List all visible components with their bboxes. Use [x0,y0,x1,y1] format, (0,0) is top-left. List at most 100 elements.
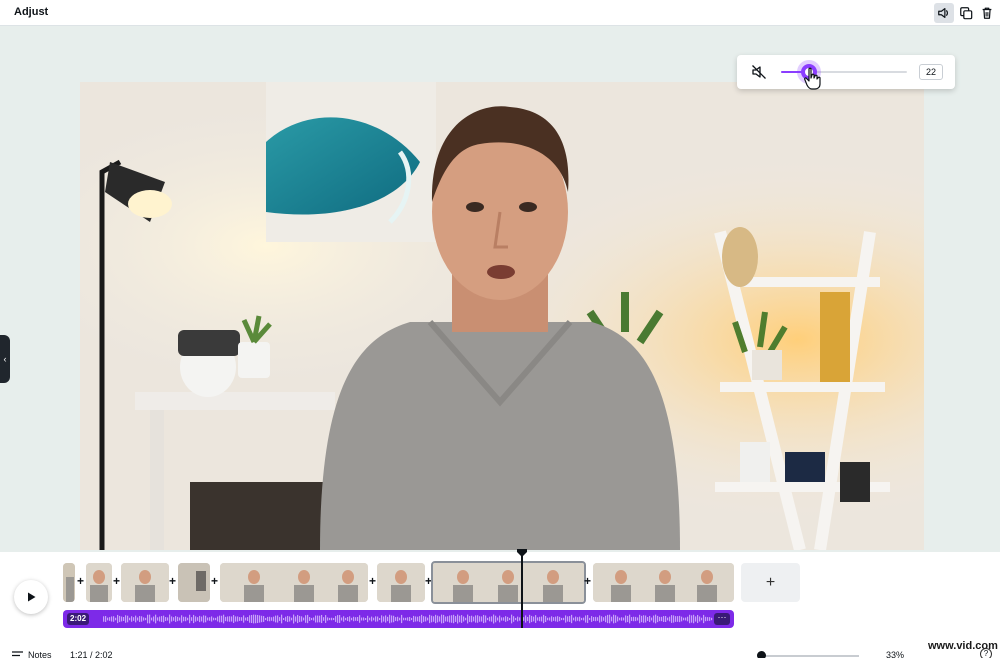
insert-clip-plus[interactable]: + [75,575,86,587]
waveform-bar [107,617,109,621]
waveform-bar [185,616,187,622]
waveform-bar [527,616,529,622]
waveform-bar [105,616,107,622]
waveform-bar [157,617,159,621]
waveform-bar [489,616,491,622]
waveform-bar [403,617,405,621]
waveform-bar [247,617,249,621]
waveform-bar [161,616,163,622]
waveform-bar [465,617,467,621]
waveform-bar [313,617,315,621]
zoom-slider[interactable] [757,655,859,657]
waveform-bar [393,615,395,623]
waveform-bar [255,614,257,624]
volume-icon[interactable] [934,3,954,23]
waveform-bar [471,615,473,623]
adjust-button[interactable]: Adjust [14,6,48,18]
volume-value-input[interactable]: 22 [919,64,943,80]
waveform-bar [391,615,393,623]
timeline-clip-selected[interactable] [431,561,586,604]
insert-clip-plus[interactable]: + [582,575,593,587]
waveform-bar [687,616,689,622]
waveform-bar [563,617,565,621]
waveform-bar [665,616,667,622]
waveform-bar [503,617,505,621]
waveform-bar [253,614,255,624]
help-button[interactable]: ? [980,648,992,658]
timeline-clip[interactable] [377,563,425,602]
volume-popover: 22 [737,55,955,89]
waveform-bar [327,617,329,621]
waveform-bar [261,615,263,623]
waveform-bar [285,616,287,622]
waveform-bar [341,617,343,621]
waveform-bar [219,615,221,623]
waveform-bar [689,614,691,624]
waveform-bar [193,614,195,624]
waveform-bar [275,615,277,623]
waveform-bar [211,616,213,622]
audio-more-button[interactable]: ··· [714,613,730,625]
waveform-bar [349,616,351,622]
playback-time: 1:21 / 2:02 [70,650,113,658]
mute-icon[interactable] [751,64,767,80]
timeline-clip[interactable] [86,563,112,602]
waveform-bar [417,616,419,622]
timeline-clip[interactable] [220,563,368,602]
timeline-clip[interactable] [121,563,169,602]
waveform-bar [103,616,105,622]
waveform-bar [135,615,137,623]
playhead[interactable] [521,552,523,628]
video-frame[interactable] [80,82,924,550]
waveform-bar [639,614,641,624]
timeline-clip[interactable] [593,563,734,602]
waveform-bar [189,614,191,624]
zoom-level[interactable]: 33% [886,650,904,658]
insert-clip-plus[interactable]: + [209,575,220,587]
waveform-bar [239,617,241,621]
waveform-bar [453,614,455,624]
timeline-clip[interactable] [63,563,75,602]
insert-clip-plus[interactable]: + [167,575,178,587]
waveform-bar [203,615,205,623]
timeline-clip[interactable] [178,563,210,602]
waveform-bar [321,614,323,624]
playhead-handle[interactable] [517,549,527,557]
waveform-bar [633,616,635,622]
zoom-slider-thumb[interactable] [757,651,766,658]
waveform-bar [333,617,335,621]
waveform-bar [339,615,341,623]
waveform-bar [667,617,669,621]
add-clip-button[interactable]: + [741,563,800,602]
waveform-bar [661,616,663,622]
waveform-bar [149,614,151,624]
trash-icon[interactable] [977,3,997,23]
waveform-bar [657,615,659,623]
play-button[interactable] [14,580,48,614]
waveform-bar [117,614,119,624]
waveform-bar [507,616,509,622]
collapse-panel-handle[interactable]: ‹ [0,335,10,383]
waveform-bar [481,616,483,622]
waveform-bar [701,617,703,621]
duplicate-icon[interactable] [956,3,976,23]
waveform-bar [345,617,347,621]
waveform-bar [379,617,381,621]
waveform-bar [287,615,289,623]
waveform-bar [227,616,229,622]
waveform-bar [565,615,567,623]
audio-track[interactable]: 2:02 ··· [63,610,734,628]
audio-waveform [103,614,713,624]
waveform-bar [399,617,401,621]
volume-slider[interactable] [781,64,907,80]
waveform-bar [631,617,633,621]
waveform-bar [531,615,533,623]
waveform-bar [621,617,623,621]
notes-button[interactable]: Notes [12,650,52,658]
waveform-bar [499,615,501,623]
waveform-bar [167,617,169,621]
audio-duration-badge: 2:02 [67,613,90,625]
waveform-bar [663,616,665,622]
waveform-bar [137,617,139,621]
waveform-bar [199,615,201,623]
